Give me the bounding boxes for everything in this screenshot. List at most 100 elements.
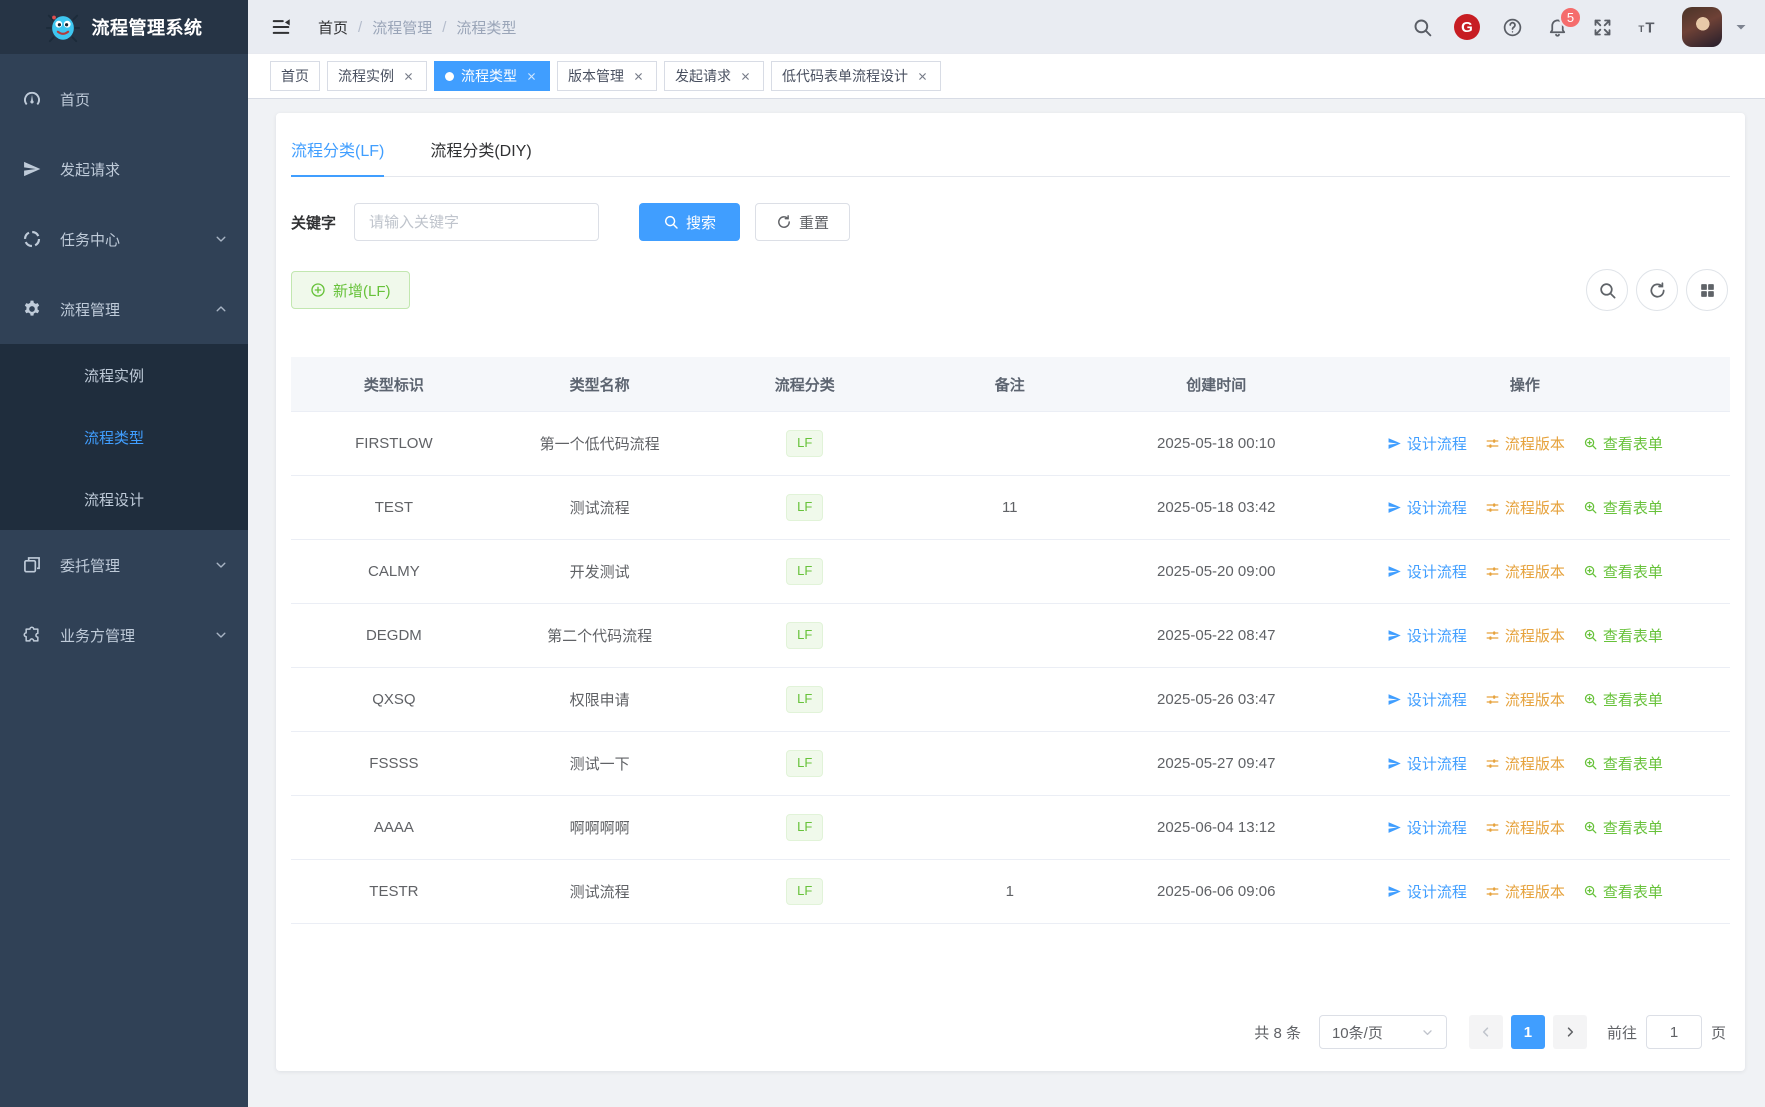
sidebar-item-process-instance[interactable]: 流程实例 bbox=[0, 344, 248, 406]
view-form-link[interactable]: 查看表单 bbox=[1583, 817, 1663, 838]
close-icon[interactable] bbox=[524, 69, 539, 84]
tags-view-tab[interactable]: 发起请求 bbox=[664, 61, 764, 91]
toggle-search-button[interactable] bbox=[1586, 269, 1628, 311]
fullscreen-button[interactable] bbox=[1584, 9, 1620, 45]
refresh-table-button[interactable] bbox=[1636, 269, 1678, 311]
pagination-goto: 前往 页 bbox=[1607, 1015, 1726, 1049]
design-flow-link[interactable]: 设计流程 bbox=[1387, 561, 1467, 582]
tags-view-tab[interactable]: 版本管理 bbox=[557, 61, 657, 91]
cell-type-code: AAAA bbox=[291, 795, 497, 860]
design-flow-link[interactable]: 设计流程 bbox=[1387, 433, 1467, 454]
goto-page-input[interactable] bbox=[1645, 1015, 1702, 1049]
search-icon bbox=[1412, 17, 1433, 38]
cell-type-code: DEGDM bbox=[291, 603, 497, 668]
send-icon bbox=[1387, 692, 1402, 707]
view-form-link[interactable]: 查看表单 bbox=[1583, 433, 1663, 454]
flow-version-link[interactable]: 流程版本 bbox=[1485, 753, 1565, 774]
sidebar-fold-icon[interactable] bbox=[270, 16, 292, 38]
flow-version-link[interactable]: 流程版本 bbox=[1485, 561, 1565, 582]
view-form-link[interactable]: 查看表单 bbox=[1583, 689, 1663, 710]
view-form-link[interactable]: 查看表单 bbox=[1583, 561, 1663, 582]
refresh-icon bbox=[1648, 281, 1667, 300]
cell-type-name: 测试流程 bbox=[496, 859, 703, 924]
sidebar-item-label: 委托管理 bbox=[60, 557, 121, 575]
tags-view-tab[interactable]: 首页 bbox=[270, 61, 320, 91]
tab-process-category-diy[interactable]: 流程分类(DIY) bbox=[430, 125, 531, 176]
sidebar-item-delegate-mgmt[interactable]: 委托管理 bbox=[0, 530, 248, 600]
design-flow-link[interactable]: 设计流程 bbox=[1387, 881, 1467, 902]
svg-text:T: T bbox=[1638, 23, 1644, 34]
sliders-icon bbox=[1485, 884, 1500, 899]
cell-type-name: 第二个代码流程 bbox=[496, 603, 703, 668]
tags-view-tab[interactable]: 低代码表单流程设计 bbox=[771, 61, 941, 91]
column-header: 流程分类 bbox=[702, 357, 907, 412]
flow-version-link[interactable]: 流程版本 bbox=[1485, 497, 1565, 518]
process-type-card: 流程分类(LF) 流程分类(DIY) 关键字 搜索 重置 bbox=[276, 113, 1745, 1071]
view-form-link[interactable]: 查看表单 bbox=[1583, 625, 1663, 646]
notifications-button[interactable]: 5 bbox=[1539, 6, 1582, 45]
zoomin-icon bbox=[1583, 436, 1598, 451]
font-size-button[interactable]: TT bbox=[1629, 9, 1665, 45]
breadcrumb-current: 流程类型 bbox=[456, 19, 517, 37]
sidebar-item-process-type[interactable]: 流程类型 bbox=[0, 406, 248, 468]
copy-document-icon bbox=[22, 555, 42, 575]
dashboard-icon bbox=[22, 89, 42, 109]
close-icon[interactable] bbox=[631, 69, 646, 84]
sidebar-item-process-mgmt[interactable]: 流程管理 bbox=[0, 274, 248, 344]
flow-version-link[interactable]: 流程版本 bbox=[1485, 433, 1565, 454]
tags-view-tab[interactable]: 流程实例 bbox=[327, 61, 427, 91]
prev-page-button[interactable] bbox=[1468, 1015, 1503, 1049]
flow-version-link[interactable]: 流程版本 bbox=[1485, 881, 1565, 902]
design-flow-link[interactable]: 设计流程 bbox=[1387, 625, 1467, 646]
sidebar-item-process-design[interactable]: 流程设计 bbox=[0, 468, 248, 530]
sidebar-item-start-request[interactable]: 发起请求 bbox=[0, 134, 248, 204]
tab-process-category-lf[interactable]: 流程分类(LF) bbox=[291, 125, 385, 177]
help-button[interactable] bbox=[1494, 9, 1530, 45]
flow-version-link[interactable]: 流程版本 bbox=[1485, 625, 1565, 646]
design-flow-link[interactable]: 设计流程 bbox=[1387, 689, 1467, 710]
svg-text:G: G bbox=[1461, 19, 1473, 36]
flow-version-link[interactable]: 流程版本 bbox=[1485, 689, 1565, 710]
cell-type-name: 开发测试 bbox=[496, 539, 703, 604]
design-flow-link[interactable]: 设计流程 bbox=[1387, 497, 1467, 518]
gitee-link[interactable]: G bbox=[1449, 9, 1485, 45]
close-icon[interactable] bbox=[401, 69, 416, 84]
close-icon[interactable] bbox=[738, 69, 753, 84]
sidebar-item-home[interactable]: 首页 bbox=[0, 64, 248, 134]
view-form-link[interactable]: 查看表单 bbox=[1583, 753, 1663, 774]
panel-tabs: 流程分类(LF) 流程分类(DIY) bbox=[291, 113, 1730, 177]
refresh-icon bbox=[776, 214, 792, 230]
zoomin-icon bbox=[1583, 756, 1598, 771]
sidebar-item-task-center[interactable]: 任务中心 bbox=[0, 204, 248, 274]
user-avatar[interactable] bbox=[1682, 7, 1722, 47]
view-form-link[interactable]: 查看表单 bbox=[1583, 497, 1663, 518]
table-row: FIRSTLOW 第一个低代码流程 LF 2025-05-18 00:10 设计流程 流程… bbox=[291, 411, 1730, 476]
view-form-link[interactable]: 查看表单 bbox=[1583, 881, 1663, 902]
app-window: 流程管理系统 首页 发起请求 任务中心 流程管理 流程实例 流程类型 流程设计 … bbox=[0, 0, 1765, 1107]
cell-actions: 设计流程 流程版本 查看表单 bbox=[1319, 475, 1730, 540]
page-number-1[interactable]: 1 bbox=[1510, 1015, 1545, 1049]
header-search-button[interactable] bbox=[1404, 9, 1440, 45]
keyword-input[interactable] bbox=[354, 203, 600, 241]
sidebar-item-business-mgmt[interactable]: 业务方管理 bbox=[0, 600, 248, 670]
tags-view-tab[interactable]: 流程类型 bbox=[434, 61, 550, 91]
design-flow-link[interactable]: 设计流程 bbox=[1387, 753, 1467, 774]
breadcrumb-home[interactable]: 首页 bbox=[318, 17, 348, 38]
avatar-caret-down-icon[interactable] bbox=[1735, 21, 1747, 33]
send-icon bbox=[1387, 564, 1402, 579]
cell-actions: 设计流程 流程版本 查看表单 bbox=[1319, 795, 1730, 860]
tab-label: 版本管理 bbox=[568, 68, 624, 84]
close-icon[interactable] bbox=[915, 69, 930, 84]
design-flow-link[interactable]: 设计流程 bbox=[1387, 817, 1467, 838]
cell-actions: 设计流程 流程版本 查看表单 bbox=[1319, 411, 1730, 476]
column-settings-button[interactable] bbox=[1686, 269, 1728, 311]
help-icon bbox=[1502, 17, 1523, 38]
search-button[interactable]: 搜索 bbox=[639, 203, 741, 241]
flow-version-link[interactable]: 流程版本 bbox=[1485, 817, 1565, 838]
table-container: 类型标识 类型名称 流程分类 备注 创建时间 操作 FIRSTLOW 第一个低代码… bbox=[291, 357, 1730, 999]
add-lf-button[interactable]: 新增(LF) bbox=[291, 271, 410, 309]
column-header: 类型标识 bbox=[291, 357, 497, 412]
next-page-button[interactable] bbox=[1552, 1015, 1587, 1049]
reset-button[interactable]: 重置 bbox=[755, 203, 851, 241]
page-size-select[interactable]: 10条/页 bbox=[1318, 1015, 1447, 1049]
